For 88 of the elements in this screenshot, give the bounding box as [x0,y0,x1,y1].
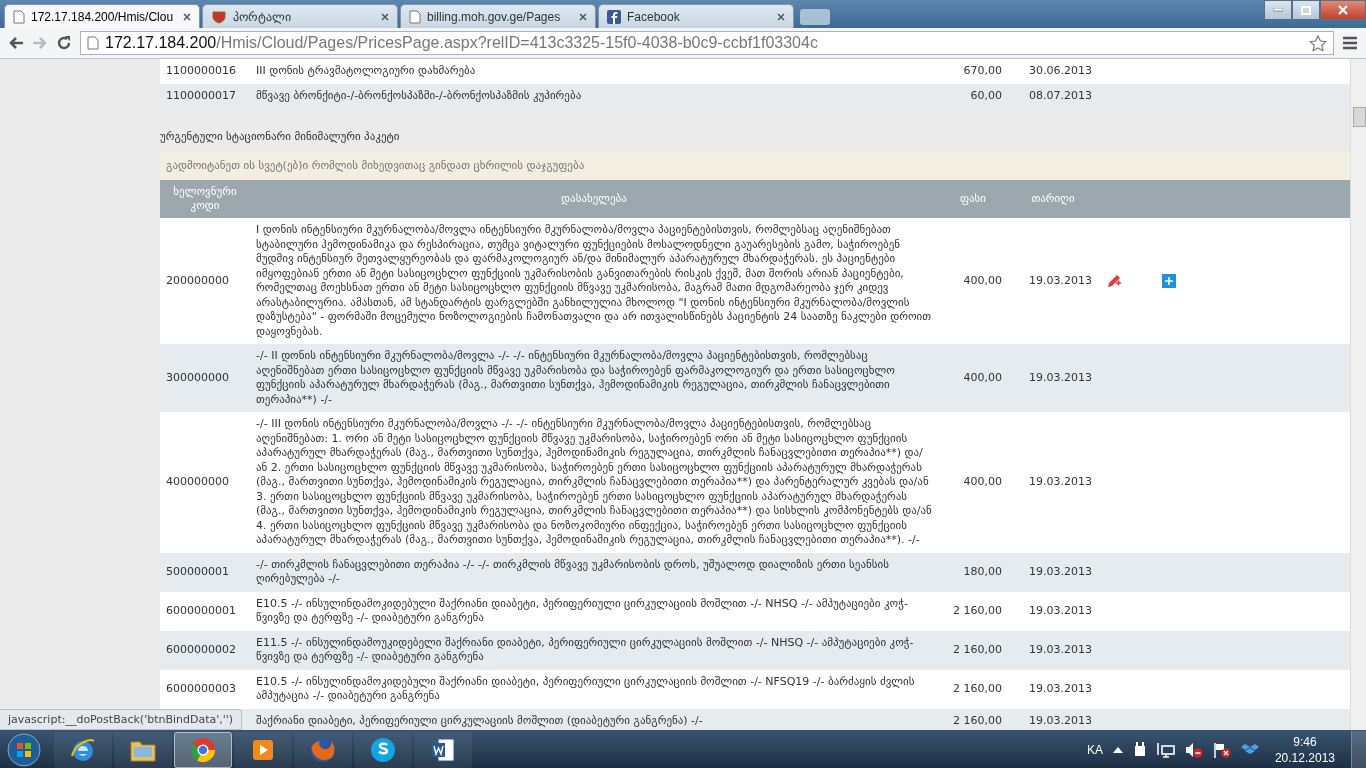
date-cell: 19.03.2013 [1029,475,1092,488]
price-cell: 2 160,00 [953,681,1002,695]
clock-date[interactable]: 20.12.2013 [1274,749,1335,766]
price-cell: 400,00 [963,370,1002,384]
date-cell: 19.03.2013 [1029,273,1092,287]
page-icon [13,9,25,24]
flag-icon[interactable] [1212,741,1231,758]
price-cell: 2 160,00 [953,642,1002,656]
taskbar-app[interactable] [234,731,292,768]
close-icon[interactable] [381,12,389,21]
code-cell: 300000000 [166,370,229,384]
name-cell: E11.5 -/- ინსულინდამოუკიდებელი შაქრიანი დიაბეტი, პერიფერიული ცირკულაციის მოშლით -/- NHSQ -/- ამპუტაციები კოჭ-წვივზე და ტერფზე -/- დიაბეტური განგრენა [256,635,914,663]
minimize-icon [1273,8,1283,12]
name-cell: I დონის ინტენსიური მკურნალობა/მოვლა ინტენსიური მკურნალობა/მოვლა პაციენტებისთვის, რომლებსაც აღენიშნებათ სტაბილური ჰემოდინამიკა და რესპირაცია, თუმცა ვიტალური ფუნქციების მოსალოდნელი გაუარესების გამო, საჭიროებენ მუდმივ ინტენსიურ მეთვალყურეობას და ფარმაკოლოგიურ ან/და მინიმალურ აპარატურულ მხარდაჭერას. ეს პაციენტები იმყოფებიან ერთი ან მეტი სასიცოცხლო ფუნქციის უკმარისობის განვითარების რისკის ქვეშ, მათ შორის არიან პაციენტები, რომელთაც მოეხსნათ ერთი ან მეტი სასიცოცხლო ფუნქციის მწვავე უკმარისობა, მაგრამ მათი მდგომარეობა ჯერ კიდევ არასტაბილურია. ამასთან, ამ სტანდარტის ფარგლებში განხილულია მხოლოდ "I დონის ინტენსიური მკურნალობა/მოვლის დაზუსტება" - ფორმაში მოცემული ნოზოლოგიების ჩამონათვალი და არ ითვალისწინებს პაციენტის 24 საათზე ნაკლები დროით დაყოვნებას. [256,223,932,338]
group-drop-area[interactable]: გადმოიტანეთ ის სვეტ(ებ)ი რომლის მიხედვითაც გინდათ ცხრილის დაჯგუფება [160,151,1350,180]
status-link-text: javascript:__doPostBack('btnBindData','') [0,709,243,730]
clock-time[interactable]: 9:46 [1274,733,1335,750]
code-cell: 1100000017 [166,88,236,102]
browser-tab[interactable]: Facebook [598,4,794,28]
price-cell: 180,00 [963,564,1002,578]
code-cell: 400000000 [166,475,229,488]
page-icon [409,9,421,24]
name-cell: -/- თირკმლის ჩანაცვლებითი თერაპია -/- -/- თირკმლის მწვავე უკმარისობის დროს, უშუალოდ დიალიზის ერთი სეანსის ღირებულება -/- [256,557,889,585]
close-icon[interactable] [183,12,191,21]
address-field[interactable]: 172.17.184.200/Hmis/Cloud/Pages/PricesPage.aspx?relID=413c3325-15f0-4038-b0c9-ccbf1f03304c [80,31,1334,55]
price-cell: 2 160,00 [953,603,1002,617]
page-icon [87,36,99,50]
firefox-icon [309,735,337,764]
facebook-icon [607,9,621,24]
taskbar-app[interactable] [414,731,472,768]
date-cell: 30.06.2013 [1029,64,1092,77]
reload-icon[interactable] [56,35,72,51]
skype-icon [369,735,397,764]
name-cell: E10.5 -/- ინსულინდამოკიდებული შაქრიანი დიაბეტი, პერიფერიული ცირკულაციის მოშლით -/- NFSQ19 -/- ბარძაყის ძვლის ამპუტაცია -/- დიაბეტური განგრენა [256,674,915,702]
name-cell: -/- III დონის ინტენსიური მკურნალობა/მოვლა -/- -/- ინტენსიური მკურნალობა/მოვლა პაციენტებისთვის, რომლებსაც აღენიშნებათ: 1. ორი ან მეტი სასიცოცხლო ფუნქციის მწვავე უკმარისობა, საჭიროებენ ორი ან მეტი სასიცოცხლო ფუნქციის აპარატურულ მხარდაჭერას (მაგ., მართვითი სუნთქვა, ჰემოდინამიკის რეგულაცია, თირკმლის ჩანაცვლებითი თერაპია**) და/ან 2. ერთი სასიცოცხლო ფუნქციის მწვავე უკმარისობა, საჭიროებენ ერთი სასიცოცხლო ფუნქციის აპარატურულ მხარდაჭერას (მაგ., მართვითი სუნთქვა, ჰემოდინამიკის რეგულაცია, თირკმლის ჩანაცვლებითი თერაპია**) და პარენტერალურ კვებას და/ან 3. ერთი სასიცოცხლო ფუნქციის მწვავე უკმარისობა, საჭიროებენ ერთი სასიცოცხლო ფუნქციის აპარატურულ მხარდაჭერას (მაგ., მართვითი სუნთქვა, ჰემოდინამიკის რეგულაცია, თირკმლის ჩანაცვლებითი თერაპია**) და სისხლის კომპონენტებს და/ან 4. ერთი სასიცოცხლო ფუნქციის მწვავე უკმარისობა და ნოზოკომიური ინფექცია, საჭიროებენ ერთი სასიცოცხლო ფუნქციის აპარატურულ მხარდაჭერას (მაგ., მართვითი სუნთქვა, ჰემოდინამიკის რეგულაცია, თირკმლის ჩანაცვლებითი თერაპია**). -/- [256,417,932,546]
emblem-icon [211,9,227,24]
date-cell: 08.07.2013 [1029,88,1092,102]
date-cell: 19.03.2013 [1029,564,1092,578]
back-icon[interactable] [8,36,24,50]
code-cell: 6000000001 [166,603,236,617]
price-cell: 2 160,00 [953,713,1002,727]
language-indicator[interactable]: KA [1086,742,1103,757]
price-cell: 670,00 [963,64,1002,77]
muted-speaker-icon[interactable] [1184,741,1203,758]
taskbar-app[interactable] [174,731,232,768]
add-icon[interactable] [1162,274,1176,288]
name-cell: III დონის ტრავმატოლოგიური დახმარება [256,64,476,77]
menu-icon[interactable] [1342,36,1358,50]
star-icon[interactable] [1309,34,1327,52]
code-cell: 500000001 [166,564,229,578]
start-button[interactable] [4,731,44,768]
power-plug-icon[interactable] [1132,741,1147,758]
date-cell: 19.03.2013 [1029,370,1092,384]
code-cell: 6000000002 [166,642,236,656]
price-cell: 400,00 [963,273,1002,287]
date-cell: 19.03.2013 [1029,603,1092,617]
maximize-button[interactable] [1292,0,1320,20]
taskbar-app[interactable] [54,731,112,768]
code-cell: 6000000003 [166,681,236,695]
browser-tab[interactable]: პორტალი [202,4,398,28]
close-icon[interactable] [777,12,785,21]
chrome-icon [189,735,217,764]
up-arrow-icon[interactable] [1112,746,1123,753]
date-cell: 19.03.2013 [1029,642,1092,656]
taskbar-app[interactable] [114,731,172,768]
browser-tab[interactable]: 172.17.184.200/Hmis/Clou [4,4,200,28]
minimize-button[interactable] [1264,0,1292,20]
taskbar-app[interactable] [354,731,412,768]
name-cell: შაქრიანი დიაბეტი, პერიფერიული ცირკულაციის მოშლით (დიაბეტური განგრენა) -/- [256,713,703,727]
close-icon[interactable] [579,12,587,21]
maximize-icon [1301,5,1311,15]
edit-icon[interactable] [1106,273,1122,289]
name-cell: E10.5 -/- ინსულინდამოკიდებული შაქრიანი დიაბეტი, პერიფერიული ცირკულაციის მოშლით -/- NHSQ -/- ამპუტაციები კოჭ-წვივზე და ტერფზე -/- დიაბეტური განგრენა [256,596,908,624]
date-cell: 19.03.2013 [1029,713,1092,727]
browser-tab[interactable]: billing.moh.gov.ge/Pages [400,4,596,28]
document-w-icon [429,735,457,764]
price-cell: 400,00 [963,475,1002,488]
network-icon[interactable] [1156,741,1175,758]
name-cell: მწვავე ბრონქიტი-/-ბრონქოსპაზმი-/-ბრონქოსპაზმის კუპირება [256,88,582,102]
scrollbar[interactable] [1350,59,1366,730]
section-title: ურგენტული სტაციონარი მინიმალური პაკეტი [160,130,400,143]
name-cell: -/- II დონის ინტენსიური მკურნალობა/მოვლა -/- -/- ინტენსიური მკურნალობა/მოვლა პაციენტებისთვის, რომლებსაც აღენიშნებათ ერთი სასიცოცხლო ფუნქციის მწვავე უკმარისობა და საჭიროებენ ფარმაკოლოგიურ და ერთი სასიცოცხლო ფუნქციის აპარატურულ მხარდაჭერას (მაგ., მართვითი სუნთქვა, ჰემოდინამიკის რეგულაცია, თირკმლის ჩანაცვლებითი თერაპია**) -/- [256,349,895,406]
close-button[interactable] [1320,0,1366,20]
close-icon [1338,5,1348,15]
date-cell: 19.03.2013 [1029,681,1092,695]
code-cell: 1100000016 [166,64,236,77]
price-cell: 60,00 [970,88,1002,102]
code-cell: 200000000 [166,273,229,287]
